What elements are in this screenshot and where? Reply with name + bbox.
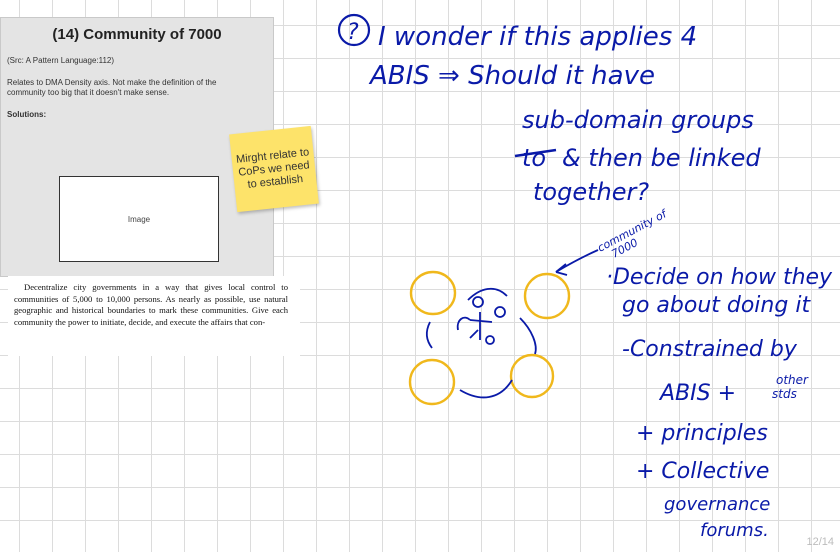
pattern-title: (14) Community of 7000 [52,26,222,43]
sticky-note[interactable]: Mirght relate to CoPs we need to establi… [229,125,319,213]
note-line-2: ABIS ⇒ Should it have [368,61,655,91]
note-collective: + Collective [636,459,769,484]
community-arrow [555,249,599,273]
note-constrained: -Constrained by [622,337,798,362]
note-line-4-struck: to [522,144,546,172]
community-label-line1: community of [595,206,670,254]
community-circle-top-left [409,270,457,316]
note-governance: governance [664,494,770,515]
image-placeholder[interactable]: Image [59,176,219,262]
community-circle-bottom-right [509,353,555,399]
note-line-4: & then be linked [562,144,761,172]
community-circle-bottom-left [408,358,456,406]
note-forums: forums. [700,520,769,541]
sticky-note-text: Mirght relate to CoPs we need to establi… [235,145,311,191]
pattern-description: Relates to DMA Density axis. Not make th… [7,78,217,97]
solutions-label: Solutions: [7,110,47,119]
note-decide-2: go about doing it [622,293,811,318]
note-decide-1: ·Decide on how they [606,265,833,290]
strike-line [514,148,557,158]
note-line-5: together? [533,178,649,206]
image-placeholder-label: Image [127,214,151,224]
note-abis: ABIS + [658,381,736,406]
quote-text: Decentralize city governments in a way t… [14,282,288,327]
note-line-3: sub-domain groups [522,106,754,134]
community-circle-top-right [523,272,571,320]
circled-question-icon [337,13,371,47]
note-principles: + principles [636,421,768,446]
community-diagram [408,270,571,406]
note-line-1: I wonder if this applies 4 [378,22,697,52]
note-other: other [776,373,809,387]
note-stds: stds [772,387,797,401]
community-label-line2: 7000 [609,236,640,261]
page-indicator: 12/14 [806,536,834,548]
community-diagram-links [425,287,537,399]
community-arrow-head [555,263,568,276]
question-mark: ? [347,20,359,45]
pattern-source: (Src: A Pattern Language:112) [7,56,115,65]
